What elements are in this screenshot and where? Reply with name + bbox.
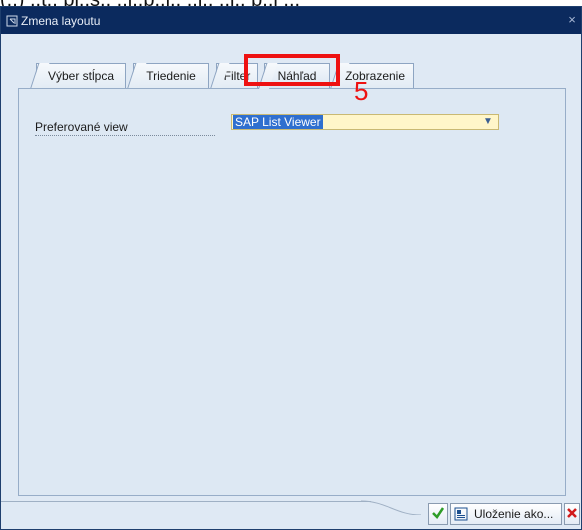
footer-curve [361, 500, 421, 515]
cancel-x-icon [566, 507, 578, 522]
annotation-highlight-box [244, 54, 340, 86]
tab-column-selection[interactable]: Výber stĺpca [36, 63, 126, 88]
cancel-button[interactable] [564, 503, 580, 525]
window-icon [6, 15, 18, 27]
check-icon [431, 506, 445, 523]
footer-divider [1, 501, 371, 502]
tab-label: Výber stĺpca [47, 69, 115, 83]
save-layout-icon [454, 507, 468, 521]
tab-content-panel: Preferované view SAP List Viewer ▼ [18, 88, 566, 496]
tab-label: Triedenie [146, 69, 196, 83]
footer-bar: Uloženie ako... [1, 495, 581, 529]
tab-sorting[interactable]: Triedenie [133, 63, 209, 88]
chevron-down-icon[interactable]: ▼ [482, 116, 494, 128]
preferred-view-label: Preferované view [35, 120, 128, 134]
label-underline [35, 135, 215, 136]
confirm-button[interactable] [428, 503, 448, 525]
preferred-view-dropdown[interactable]: SAP List Viewer ▼ [231, 114, 499, 130]
window-title: Zmena layoutu [21, 13, 101, 28]
close-icon[interactable]: × [565, 12, 579, 28]
save-as-label: Uloženie ako... [474, 507, 554, 521]
titlebar: Zmena layoutu × [1, 7, 581, 34]
dropdown-value: SAP List Viewer [233, 115, 323, 129]
annotation-number: 5 [354, 76, 369, 106]
save-as-button[interactable]: Uloženie ako... [450, 503, 562, 525]
tab-display[interactable]: Zobrazenie [336, 63, 414, 88]
